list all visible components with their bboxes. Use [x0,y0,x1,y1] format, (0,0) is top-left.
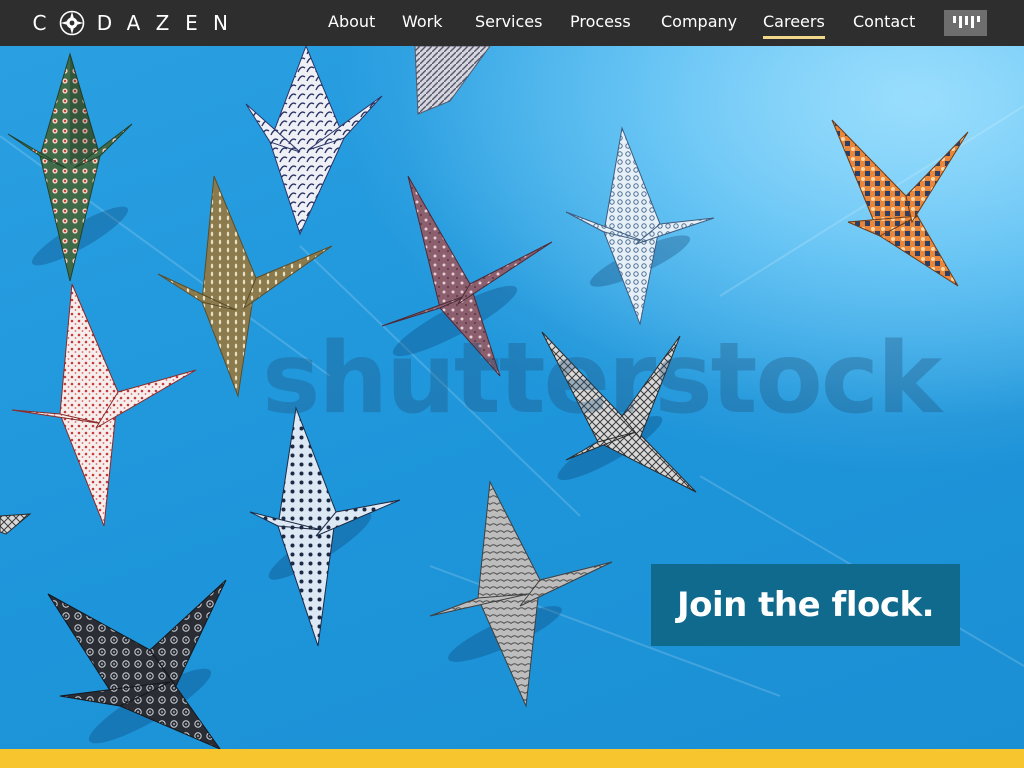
logo-mark-icon [59,10,85,36]
banner-text: Join the flock. [676,585,935,625]
logo-letter-d: D [96,11,113,35]
bottom-yellow-strip [0,749,1024,768]
logo-letter-e: E [185,11,198,35]
logo-letter-c: C [32,11,47,35]
logo-letter-z: Z [155,11,170,35]
nav-link-process[interactable]: Process [570,12,631,31]
hero-section: shutterstock Join the flock. [0,46,1024,749]
nav-link-work[interactable]: Work [402,12,443,31]
menu-icon [952,16,980,28]
menu-button[interactable] [944,10,987,36]
nav-link-company[interactable]: Company [661,12,737,31]
nav-link-about[interactable]: About [328,12,375,31]
logo-letter-a: A [126,11,141,35]
shutterstock-watermark: shutterstock [262,322,942,436]
nav-link-careers[interactable]: Careers [763,12,825,39]
nav-link-services[interactable]: Services [475,12,542,31]
logo-letter-n: N [213,11,228,35]
codazen-logo[interactable]: C D A Z E N [30,0,240,46]
nav-link-contact[interactable]: Contact [853,12,915,31]
join-the-flock-banner[interactable]: Join the flock. [651,564,960,646]
top-nav: C D A Z E N About Work Services Process … [0,0,1024,46]
